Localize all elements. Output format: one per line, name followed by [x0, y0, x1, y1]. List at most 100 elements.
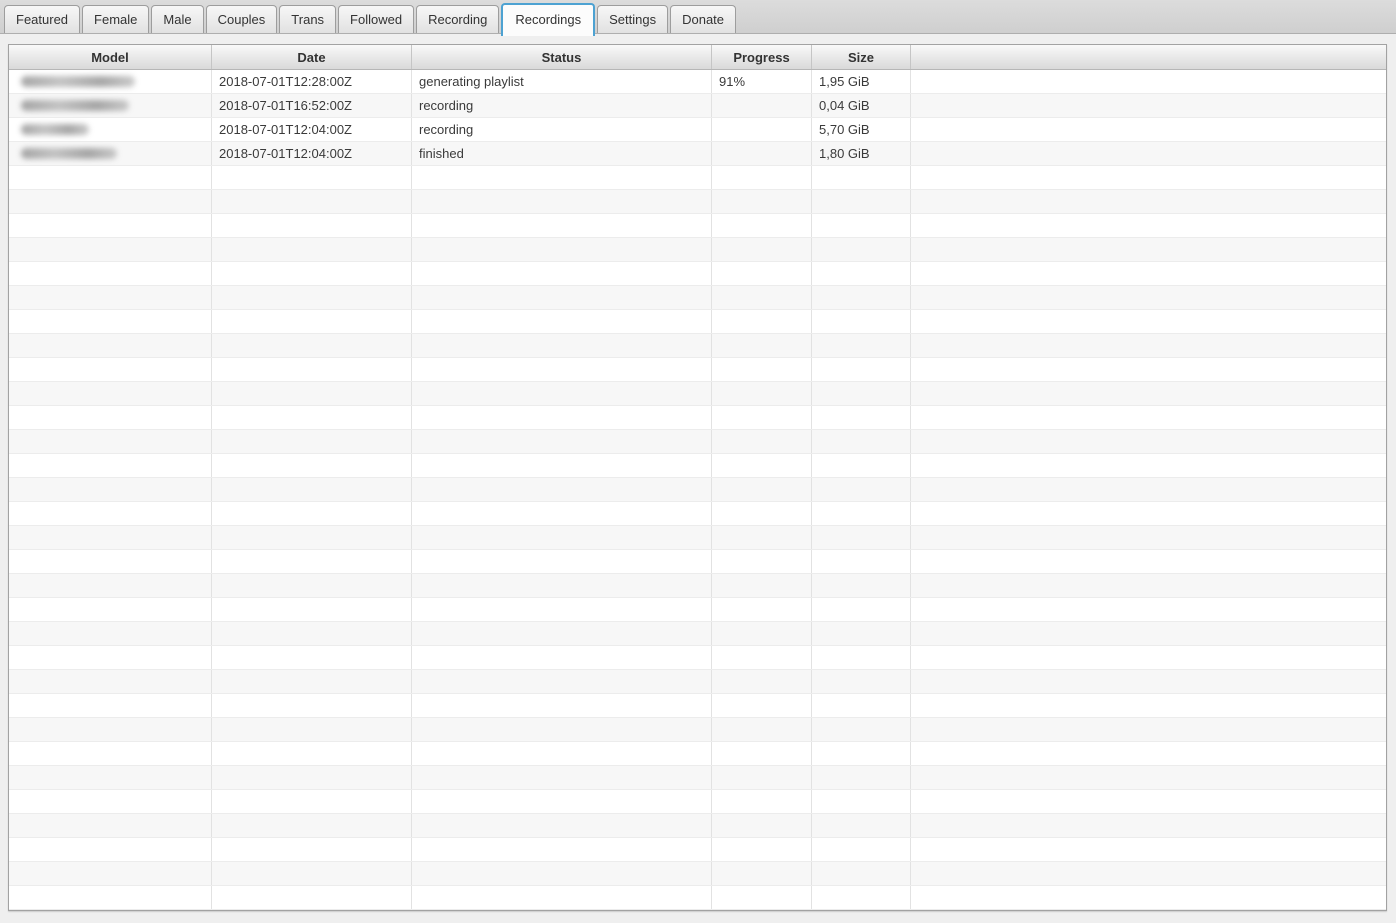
cell-progress — [712, 670, 812, 693]
cell-model — [9, 646, 212, 669]
cell-date — [212, 766, 412, 789]
recording-row[interactable]: 2018-07-01T12:04:00Z recording 5,70 GiB — [9, 118, 1386, 142]
cell-date — [212, 742, 412, 765]
cell-model — [9, 142, 212, 165]
tab-couples[interactable]: Couples — [205, 5, 278, 33]
recording-row[interactable]: 2018-07-01T16:52:00Z recording 0,04 GiB — [9, 94, 1386, 118]
cell-status — [412, 286, 712, 309]
tab-recordings[interactable]: Recordings — [501, 3, 596, 36]
cell-size: 0,04 GiB — [812, 94, 911, 117]
cell-progress — [712, 118, 812, 141]
tab-female[interactable]: Female — [82, 5, 150, 33]
column-header-progress[interactable]: Progress — [712, 45, 812, 69]
cell-date — [212, 886, 412, 909]
cell-extra — [911, 286, 1386, 309]
tab-donate[interactable]: Donate — [670, 5, 737, 33]
cell-progress — [712, 694, 812, 717]
cell-extra — [911, 334, 1386, 357]
recording-row[interactable]: 2018-07-01T12:28:00Z generating playlist 9… — [9, 70, 1386, 94]
empty-row — [9, 478, 1386, 502]
cell-progress — [712, 334, 812, 357]
cell-size — [812, 790, 911, 813]
cell-date — [212, 334, 412, 357]
cell-status — [412, 766, 712, 789]
column-header-size[interactable]: Size — [812, 45, 911, 69]
cell-extra — [911, 550, 1386, 573]
column-header-date[interactable]: Date — [212, 45, 412, 69]
cell-extra — [911, 190, 1386, 213]
cell-model — [9, 430, 212, 453]
empty-row — [9, 646, 1386, 670]
cell-model — [9, 718, 212, 741]
empty-row — [9, 694, 1386, 718]
cell-size — [812, 718, 911, 741]
cell-model — [9, 550, 212, 573]
column-header-extra[interactable] — [911, 45, 1386, 69]
tab-settings[interactable]: Settings — [597, 5, 669, 33]
cell-size — [812, 838, 911, 861]
cell-date — [212, 790, 412, 813]
cell-text-size: 1,80 GiB — [819, 146, 870, 161]
column-header-model[interactable]: Model — [9, 45, 212, 69]
cell-date — [212, 358, 412, 381]
cell-model — [9, 814, 212, 837]
tab-label: Settings — [609, 12, 657, 27]
cell-model — [9, 694, 212, 717]
cell-extra — [911, 502, 1386, 525]
cell-status: recording — [412, 94, 712, 117]
cell-status — [412, 574, 712, 597]
cell-model — [9, 262, 212, 285]
cell-progress — [712, 166, 812, 189]
cell-size — [812, 862, 911, 885]
model-name-redacted — [21, 76, 135, 87]
cell-model — [9, 286, 212, 309]
cell-status — [412, 214, 712, 237]
cell-date — [212, 430, 412, 453]
cell-status — [412, 694, 712, 717]
tab-featured[interactable]: Featured — [4, 5, 81, 33]
cell-status — [412, 790, 712, 813]
cell-size — [812, 430, 911, 453]
cell-model — [9, 166, 212, 189]
empty-row — [9, 742, 1386, 766]
tab-recording[interactable]: Recording — [416, 5, 500, 33]
cell-size — [812, 646, 911, 669]
cell-progress — [712, 142, 812, 165]
cell-progress — [712, 622, 812, 645]
cell-model — [9, 310, 212, 333]
cell-progress — [712, 598, 812, 621]
cell-extra — [911, 70, 1386, 93]
cell-date — [212, 862, 412, 885]
cell-status — [412, 526, 712, 549]
cell-progress — [712, 862, 812, 885]
empty-row — [9, 574, 1386, 598]
cell-model — [9, 214, 212, 237]
empty-row — [9, 406, 1386, 430]
cell-model — [9, 70, 212, 93]
recordings-table: Model Date Status Progress Size 2018-07-01T1… — [8, 44, 1387, 911]
cell-progress — [712, 454, 812, 477]
tab-label: Trans — [291, 12, 325, 27]
cell-date — [212, 502, 412, 525]
cell-status — [412, 502, 712, 525]
cell-status — [412, 310, 712, 333]
cell-size — [812, 286, 911, 309]
cell-status: generating playlist — [412, 70, 712, 93]
cell-date — [212, 598, 412, 621]
recording-row[interactable]: 2018-07-01T12:04:00Z finished 1,80 GiB — [9, 142, 1386, 166]
cell-extra — [911, 310, 1386, 333]
tab-trans[interactable]: Trans — [279, 5, 337, 33]
cell-date — [212, 310, 412, 333]
tab-male[interactable]: Male — [151, 5, 204, 33]
cell-status — [412, 742, 712, 765]
empty-row — [9, 670, 1386, 694]
cell-text-progress: 91% — [719, 74, 746, 89]
empty-row — [9, 598, 1386, 622]
cell-status — [412, 670, 712, 693]
cell-model — [9, 838, 212, 861]
tab-followed[interactable]: Followed — [338, 5, 415, 33]
column-header-status[interactable]: Status — [412, 45, 712, 69]
cell-size — [812, 670, 911, 693]
cell-size: 1,95 GiB — [812, 70, 911, 93]
cell-progress — [712, 766, 812, 789]
